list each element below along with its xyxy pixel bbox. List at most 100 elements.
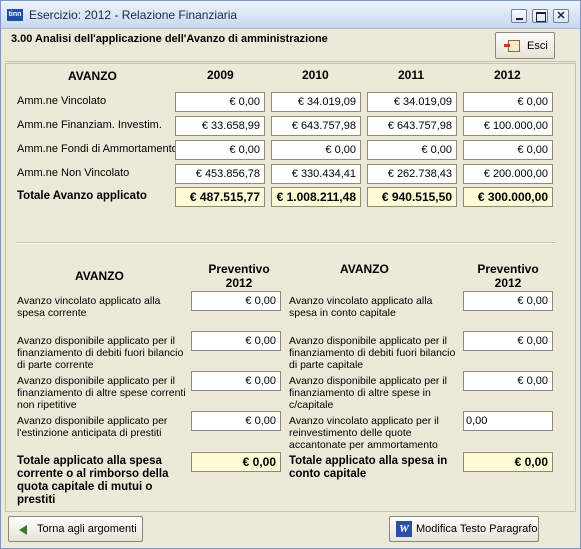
left-avanzo-heading: AVANZO — [75, 269, 124, 283]
arrow-left-icon — [19, 525, 27, 535]
row-label-vincolato: Amm.ne Vincolato — [17, 95, 107, 107]
esci-label: Esci — [527, 40, 548, 52]
left-item-1-line: spesa corrente — [17, 307, 87, 319]
year-2010-heading: 2010 — [302, 68, 329, 82]
left-total-line: corrente o al rimborso della — [17, 468, 169, 480]
exit-door-icon — [504, 40, 520, 52]
left-total-field: € 0,00 — [191, 452, 281, 472]
right-item-4-line: accantonate per ammortamento — [289, 439, 438, 451]
left-item-3-label: Avanzo disponibile applicato per il fina… — [17, 375, 186, 411]
left-total-line: quota capitale di mutui o — [17, 481, 153, 493]
investim-2011-field[interactable]: € 643.757,98 — [367, 116, 457, 136]
left-item-4-line: l'estinzione anticipata di prestiti — [17, 427, 162, 439]
right-preventivo-label: Preventivo — [477, 262, 539, 276]
year-2011-heading: 2011 — [398, 68, 425, 82]
right-item-2-field[interactable]: € 0,00 — [463, 331, 553, 351]
left-item-2-label: Avanzo disponibile applicato per il fina… — [17, 335, 183, 371]
right-item-4-line: Avanzo vincolato applicato per il — [289, 415, 439, 427]
main-window: tinn Esercizio: 2012 - Relazione Finanzi… — [0, 0, 581, 549]
left-item-3-line: non ripetitive — [17, 399, 77, 411]
right-item-1-line: spesa in conto capitale — [289, 307, 396, 319]
left-preventivo-year: 2012 — [225, 276, 253, 290]
left-item-2-line: Avanzo disponibile applicato per il — [17, 335, 175, 347]
left-item-4-label: Avanzo disponibile applicato per l'estin… — [17, 415, 167, 439]
modifica-label: Modifica Testo Paragrafo — [416, 523, 538, 535]
minimize-button[interactable] — [511, 9, 527, 23]
year-2009-heading: 2009 — [207, 68, 234, 82]
non-vincolato-2010-field[interactable]: € 330.434,41 — [271, 164, 361, 184]
right-item-4-line: reinvestimento delle quote — [289, 427, 412, 439]
left-item-1-label: Avanzo vincolato applicato alla spesa co… — [17, 295, 160, 319]
maximize-button[interactable] — [532, 9, 548, 23]
right-item-2-line: di parte capitale — [289, 359, 364, 371]
right-item-3-line: Avanzo disponibile applicato per il — [289, 375, 447, 387]
torna-agli-argomenti-button[interactable]: Torna agli argomenti — [8, 516, 143, 542]
right-total-label: Totale applicato alla spesa in conto cap… — [289, 455, 447, 481]
left-item-2-field[interactable]: € 0,00 — [191, 331, 281, 351]
non-vincolato-2012-field[interactable]: € 200.000,00 — [463, 164, 553, 184]
left-preventivo-label: Preventivo — [208, 262, 270, 276]
row-label-finanziam-investim: Amm.ne Finanziam. Investim. — [17, 119, 162, 131]
maximize-icon — [533, 10, 547, 22]
section-divider — [16, 242, 556, 244]
left-item-4-field[interactable]: € 0,00 — [191, 411, 281, 431]
window-title: Esercizio: 2012 - Relazione Finanziaria — [29, 8, 238, 22]
right-total-field: € 0,00 — [463, 452, 553, 472]
right-item-3-field[interactable]: € 0,00 — [463, 371, 553, 391]
right-avanzo-heading: AVANZO — [340, 262, 389, 276]
content-panel: AVANZO 2009 2010 2011 2012 Amm.ne Vincol… — [5, 63, 576, 512]
right-item-3-line: finanziamento di altre spese in — [289, 387, 431, 399]
non-vincolato-2011-field[interactable]: € 262.738,43 — [367, 164, 457, 184]
close-button[interactable]: ✕ — [553, 9, 569, 23]
right-item-2-line: Avanzo disponibile applicato per il — [289, 335, 447, 347]
right-item-1-label: Avanzo vincolato applicato alla spesa in… — [289, 295, 432, 319]
right-item-2-line: finanziamento di debiti fuori bilancio — [289, 347, 456, 359]
modifica-testo-paragrafo-button[interactable]: W Modifica Testo Paragrafo — [389, 516, 539, 542]
row-label-non-vincolato: Amm.ne Non Vincolato — [17, 167, 130, 179]
left-preventivo-heading: Preventivo 2012 — [207, 262, 271, 290]
investim-2010-field[interactable]: € 643.757,98 — [271, 116, 361, 136]
esci-button[interactable]: Esci — [495, 32, 555, 59]
row-label-totale-avanzo: Totale Avanzo applicato — [17, 190, 147, 202]
left-total-line: Totale applicato alla spesa — [17, 455, 162, 467]
totale-2009-field: € 487.515,77 — [175, 187, 265, 207]
left-item-4-line: Avanzo disponibile applicato per — [17, 415, 168, 427]
section-title: 3.00 Analisi dell'applicazione dell'Avan… — [11, 33, 328, 45]
right-total-line: conto capitale — [289, 468, 367, 480]
ammortamento-2010-field[interactable]: € 0,00 — [271, 140, 361, 160]
left-total-label: Totale applicato alla spesa corrente o a… — [17, 455, 168, 507]
vincolato-2012-field[interactable]: € 0,00 — [463, 92, 553, 112]
left-item-1-line: Avanzo vincolato applicato alla — [17, 295, 161, 307]
left-item-3-line: Avanzo disponibile applicato per il — [17, 375, 175, 387]
close-icon: ✕ — [556, 10, 566, 22]
left-item-1-field[interactable]: € 0,00 — [191, 291, 281, 311]
left-item-3-field[interactable]: € 0,00 — [191, 371, 281, 391]
torna-label: Torna agli argomenti — [37, 523, 137, 535]
right-item-1-line: Avanzo vincolato applicato alla — [289, 295, 433, 307]
vincolato-2011-field[interactable]: € 34.019,09 — [367, 92, 457, 112]
right-item-3-label: Avanzo disponibile applicato per il fina… — [289, 375, 447, 411]
row-label-fondi-ammortamento: Amm.ne Fondi di Ammortamento — [17, 143, 178, 155]
right-preventivo-year: 2012 — [494, 276, 522, 290]
year-2012-heading: 2012 — [494, 68, 521, 82]
right-item-3-line: c/capitale — [289, 399, 334, 411]
footer-bar: Torna agli argomenti W Modifica Testo Pa… — [5, 513, 576, 546]
right-item-4-field[interactable]: 0,00 — [463, 411, 553, 431]
totale-2010-field: € 1.008.211,48 — [271, 187, 361, 207]
right-preventivo-heading: Preventivo 2012 — [476, 262, 540, 290]
ammortamento-2012-field[interactable]: € 0,00 — [463, 140, 553, 160]
left-total-line: prestiti — [17, 494, 56, 506]
section-header: 3.00 Analisi dell'applicazione dell'Avan… — [5, 30, 576, 62]
right-item-1-field[interactable]: € 0,00 — [463, 291, 553, 311]
ammortamento-2009-field[interactable]: € 0,00 — [175, 140, 265, 160]
investim-2009-field[interactable]: € 33.658,99 — [175, 116, 265, 136]
minimize-icon — [512, 10, 526, 22]
non-vincolato-2009-field[interactable]: € 453.856,78 — [175, 164, 265, 184]
top-avanzo-heading: AVANZO — [68, 69, 117, 83]
vincolato-2010-field[interactable]: € 34.019,09 — [271, 92, 361, 112]
investim-2012-field[interactable]: € 100.000,00 — [463, 116, 553, 136]
totale-2011-field: € 940.515,50 — [367, 187, 457, 207]
vincolato-2009-field[interactable]: € 0,00 — [175, 92, 265, 112]
ammortamento-2011-field[interactable]: € 0,00 — [367, 140, 457, 160]
title-bar[interactable]: tinn Esercizio: 2012 - Relazione Finanzi… — [1, 1, 580, 29]
